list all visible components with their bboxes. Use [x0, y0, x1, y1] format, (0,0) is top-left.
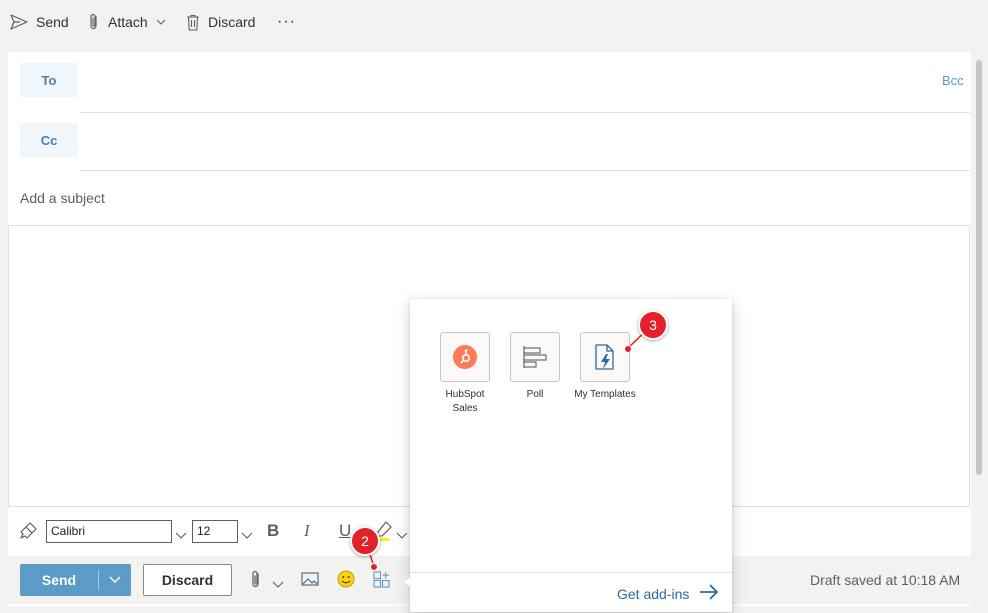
- step-badge-3: 3: [638, 310, 668, 340]
- annotation-dot: [370, 563, 378, 571]
- annotation-lines: [364, 324, 653, 567]
- step-badge-2: 2: [350, 526, 380, 556]
- annotation-dot: [624, 345, 632, 353]
